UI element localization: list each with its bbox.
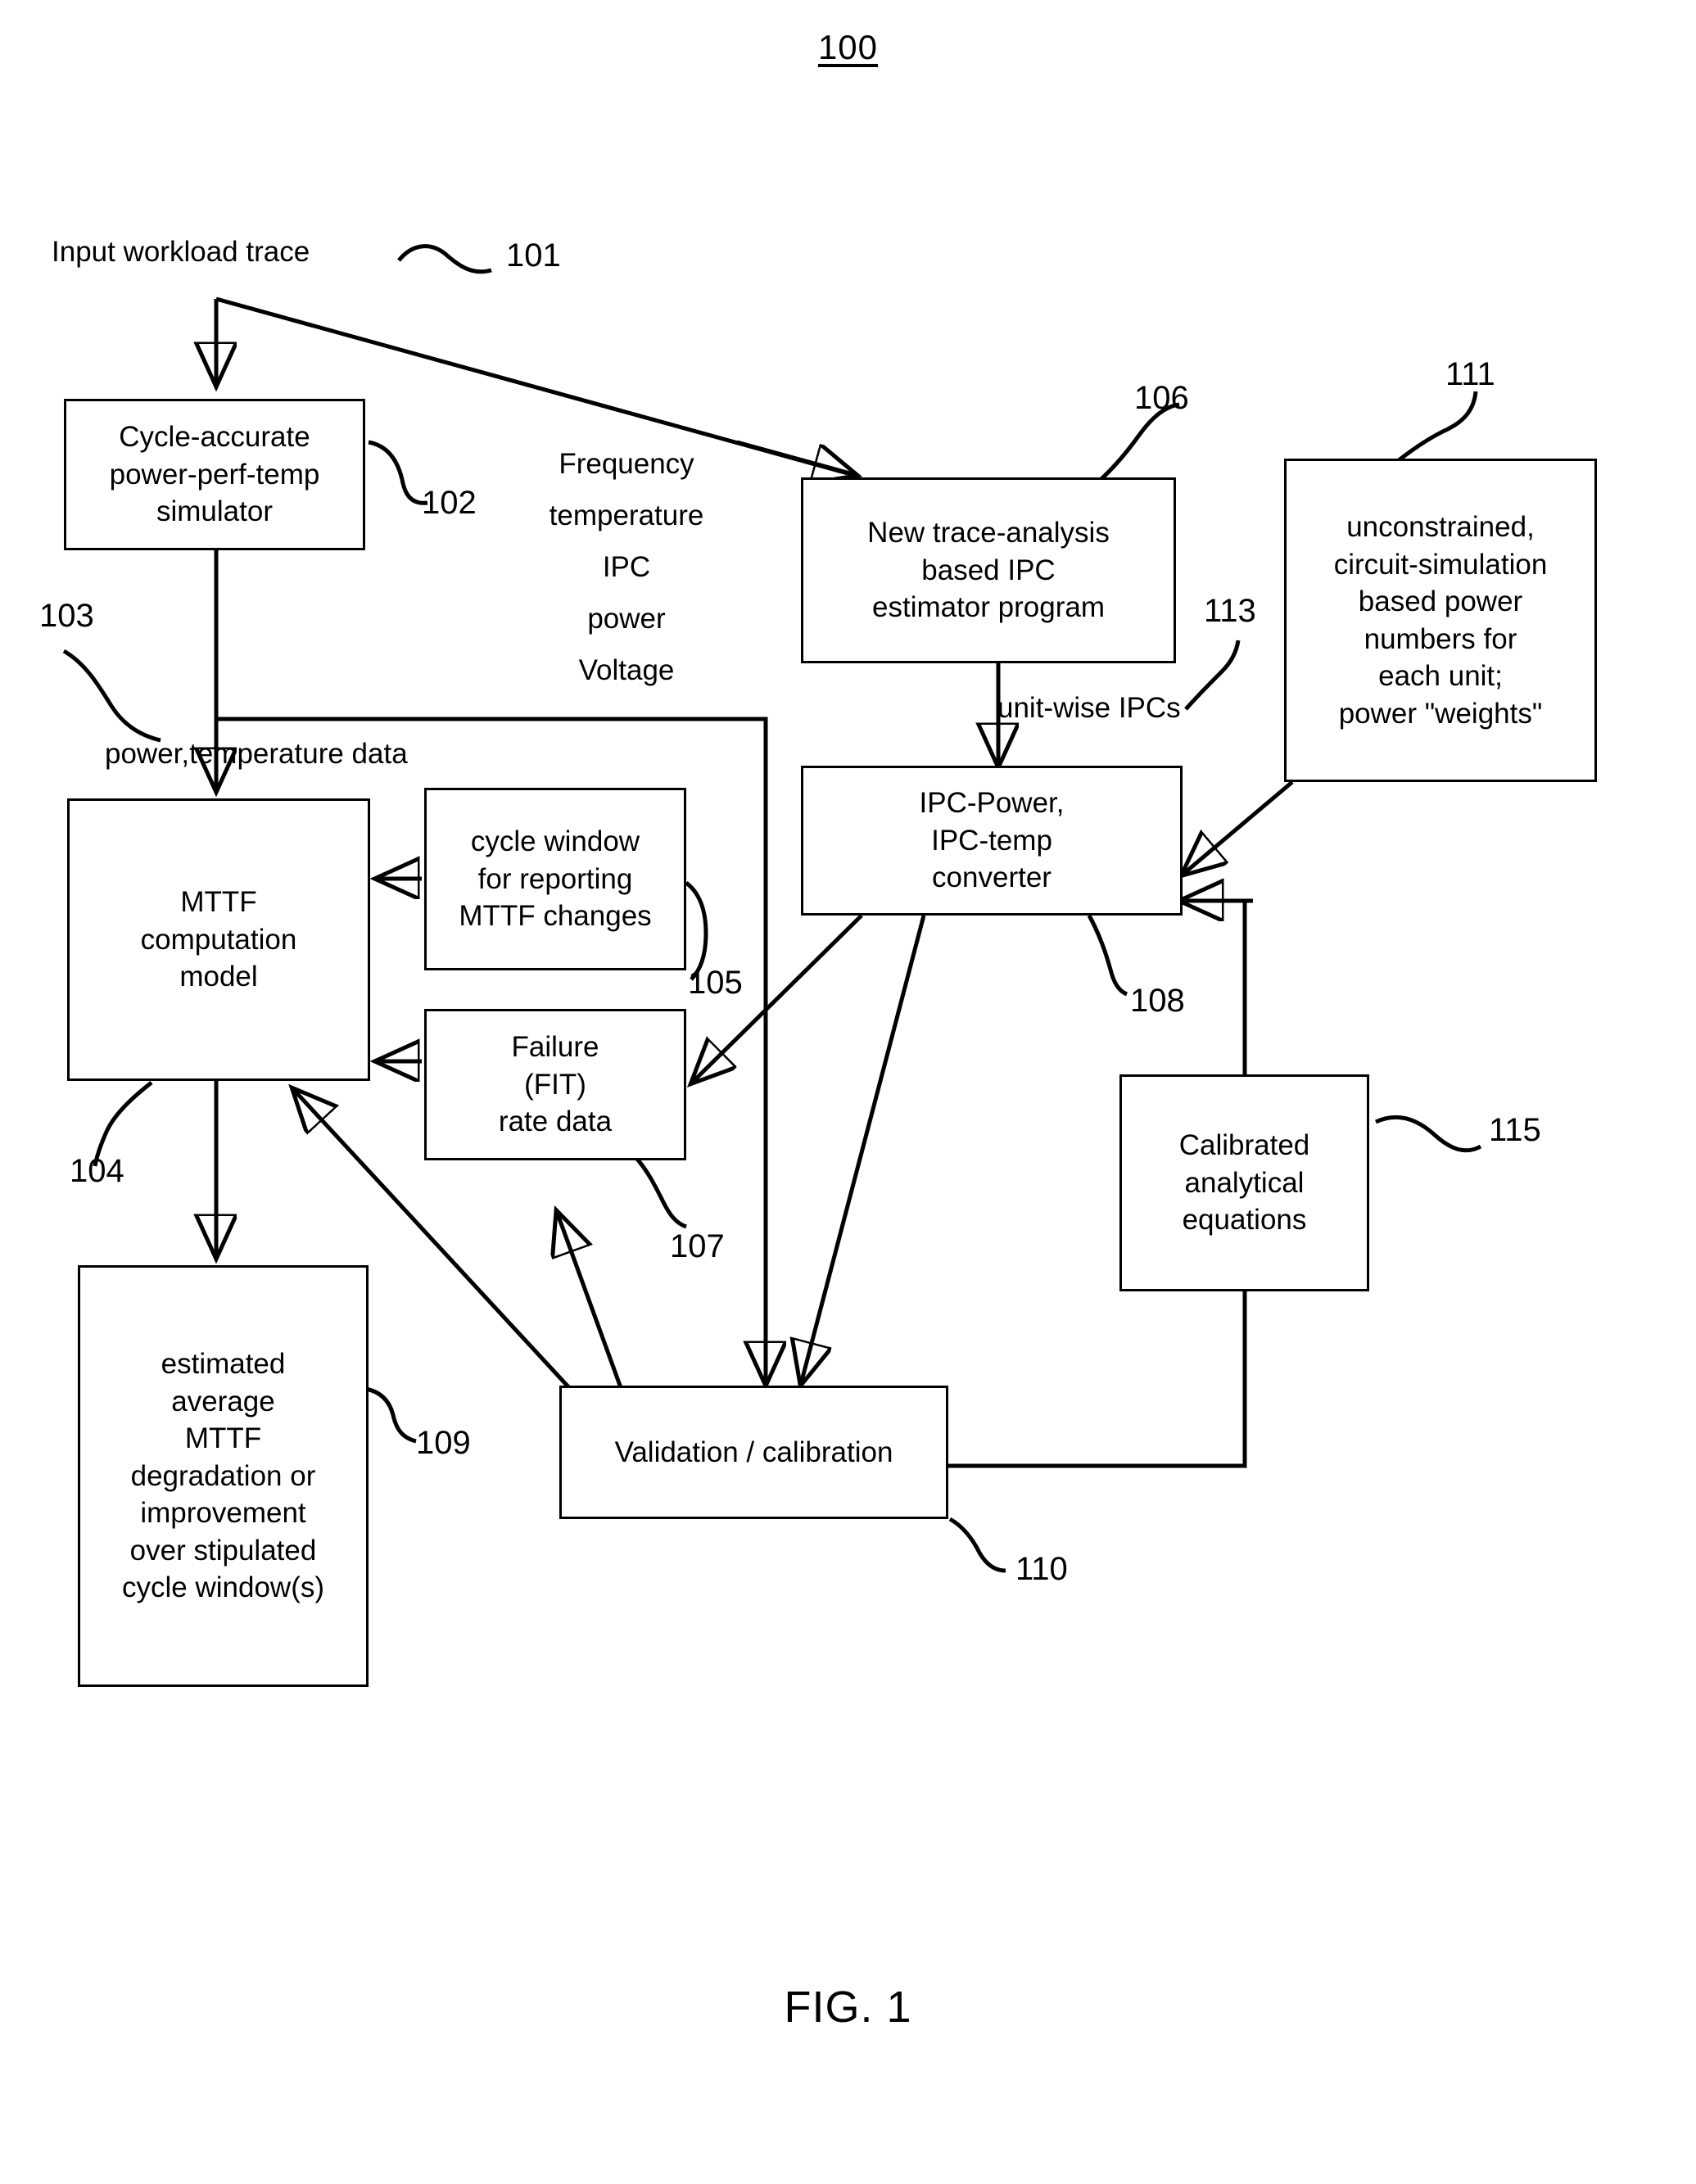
node-line: improvement	[140, 1497, 306, 1530]
signal-temperature-label: temperature	[549, 500, 704, 531]
node-calibrated-analytical-equations[interactable]: Calibrated analytical equations	[1119, 1074, 1369, 1291]
ref-105: 105	[688, 965, 743, 1001]
node-line: for reporting	[477, 862, 633, 895]
arrow-validation-to-fit	[557, 1212, 625, 1393]
node-line: IPC-temp	[931, 824, 1052, 857]
leader-103	[62, 649, 161, 743]
signal-power-label: power	[587, 603, 666, 635]
signal-frequency-label: Frequency	[559, 448, 694, 480]
node-line: based IPC	[921, 554, 1056, 586]
ref-101: 101	[506, 237, 561, 274]
node-estimated-average-mttf[interactable]: estimated average MTTF degradation or im…	[78, 1265, 369, 1687]
power-temperature-data-label: power,temperature data	[105, 738, 408, 770]
ref-104: 104	[70, 1153, 124, 1189]
leader-108	[1087, 914, 1128, 997]
ref-111: 111	[1445, 356, 1495, 392]
ref-108: 108	[1130, 983, 1185, 1019]
ref-106: 106	[1134, 380, 1189, 416]
node-line: each unit;	[1378, 660, 1503, 692]
node-line: New trace-analysis	[867, 517, 1110, 549]
unit-wise-ipcs-label: unit-wise IPCs	[997, 692, 1181, 724]
wire-equations-to-converter	[1186, 898, 1247, 1074]
ref-115: 115	[1489, 1112, 1541, 1148]
signal-ipc-label: IPC	[602, 551, 651, 583]
node-line: analytical	[1184, 1166, 1305, 1199]
leader-101	[397, 244, 492, 274]
node-line: over stipulated	[129, 1534, 317, 1567]
node-line: power-perf-temp	[109, 458, 320, 491]
leader-113	[1184, 640, 1241, 711]
node-validation-calibration[interactable]: Validation / calibration	[559, 1386, 948, 1519]
ref-109: 109	[416, 1425, 471, 1461]
node-ipc-power-temp-converter[interactable]: IPC-Power, IPC-temp converter	[801, 766, 1183, 916]
node-line: IPC-Power,	[919, 787, 1065, 820]
ref-102: 102	[422, 485, 477, 521]
node-line: (FIT)	[524, 1068, 586, 1101]
node-line: MTTF	[180, 886, 257, 919]
node-line: estimated	[161, 1348, 286, 1381]
leader-107	[633, 1155, 687, 1229]
node-cycle-accurate-simulator[interactable]: Cycle-accurate power-perf-temp simulator	[64, 399, 365, 550]
figure-caption: FIG. 1	[784, 1983, 912, 2032]
node-unconstrained-power-numbers[interactable]: unconstrained, circuit-simulation based …	[1284, 459, 1597, 782]
arrow-powernumbers-to-converter	[1183, 780, 1294, 875]
node-line: Failure	[511, 1031, 599, 1064]
input-workload-trace-label: Input workload trace	[52, 236, 310, 268]
node-line: numbers for	[1364, 622, 1517, 655]
connector-layer	[62, 244, 1482, 1573]
node-ipc-estimator-program[interactable]: New trace-analysis based IPC estimator p…	[801, 477, 1176, 663]
leader-111	[1397, 391, 1478, 462]
node-line: Validation / calibration	[614, 1436, 893, 1468]
node-line: computation	[140, 923, 297, 956]
leader-115	[1374, 1115, 1482, 1153]
node-line: equations	[1182, 1204, 1307, 1237]
leader-106	[1089, 402, 1180, 490]
node-line: cycle window	[470, 825, 640, 858]
arrow-trace-to-estimator	[736, 440, 856, 475]
node-line: degradation or	[130, 1459, 316, 1492]
patent-figure-page: 100 Input workload trace 101 Frequency t…	[0, 0, 1696, 2184]
node-line: power "weights"	[1338, 697, 1543, 730]
wire-validation-to-equations	[948, 1290, 1247, 1468]
node-line: model	[179, 961, 258, 993]
arrow-converter-to-validation	[801, 915, 926, 1384]
node-line: rate data	[498, 1106, 613, 1138]
node-line: cycle window(s)	[122, 1571, 324, 1604]
node-line: MTTF	[184, 1422, 262, 1455]
ref-113: 113	[1204, 593, 1256, 629]
node-mttf-computation-model[interactable]: MTTF computation model	[67, 798, 370, 1081]
leader-110	[948, 1517, 1006, 1573]
node-line: estimator program	[872, 591, 1105, 624]
node-line: converter	[932, 861, 1052, 894]
ref-110: 110	[1015, 1551, 1068, 1587]
ref-107: 107	[670, 1228, 725, 1264]
leader-102	[368, 440, 428, 505]
leader-109	[365, 1386, 417, 1444]
node-line: based power	[1358, 586, 1523, 617]
node-line: MTTF changes	[459, 900, 652, 933]
figure-number-label: 100	[817, 28, 879, 66]
node-line: simulator	[156, 495, 273, 528]
node-cycle-window[interactable]: cycle window for reporting MTTF changes	[424, 788, 686, 970]
node-line: average	[171, 1385, 275, 1418]
ref-103: 103	[39, 598, 94, 634]
node-line: circuit-simulation	[1333, 548, 1548, 581]
node-line: unconstrained,	[1346, 511, 1535, 543]
node-line: Cycle-accurate	[119, 421, 310, 454]
node-failure-fit-rate-data[interactable]: Failure (FIT) rate data	[424, 1009, 686, 1160]
node-line: Calibrated	[1178, 1129, 1310, 1162]
signal-voltage-label: Voltage	[578, 654, 675, 686]
